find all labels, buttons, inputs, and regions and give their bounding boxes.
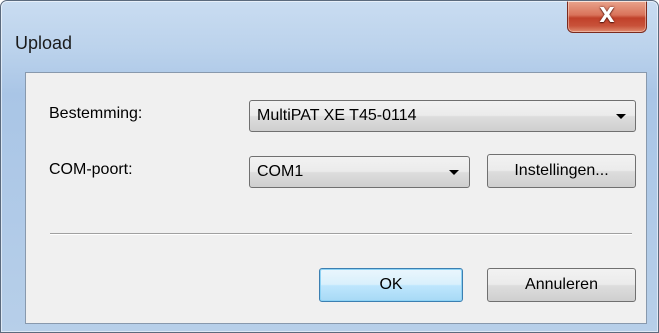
separator bbox=[50, 233, 632, 235]
destination-value: MultiPAT XE T45-0114 bbox=[257, 107, 417, 124]
ok-button[interactable]: OK bbox=[319, 268, 463, 302]
upload-dialog: Upload X Bestemming: MultiPAT XE T45-011… bbox=[0, 0, 659, 333]
chevron-down-icon bbox=[616, 114, 626, 119]
com-port-label: COM-poort: bbox=[49, 161, 133, 178]
settings-button[interactable]: Instellingen... bbox=[487, 154, 636, 188]
com-port-value: COM1 bbox=[257, 163, 304, 180]
dialog-title: Upload bbox=[15, 33, 73, 53]
destination-dropdown[interactable]: MultiPAT XE T45-0114 bbox=[249, 100, 636, 132]
close-icon: X bbox=[599, 3, 615, 27]
destination-label: Bestemming: bbox=[49, 105, 143, 122]
chevron-down-icon bbox=[449, 170, 459, 175]
cancel-button[interactable]: Annuleren bbox=[487, 268, 636, 302]
dialog-body: Bestemming: MultiPAT XE T45-0114 COM-poo… bbox=[25, 72, 647, 324]
close-button[interactable]: X bbox=[567, 1, 647, 33]
com-port-dropdown[interactable]: COM1 bbox=[249, 156, 470, 188]
